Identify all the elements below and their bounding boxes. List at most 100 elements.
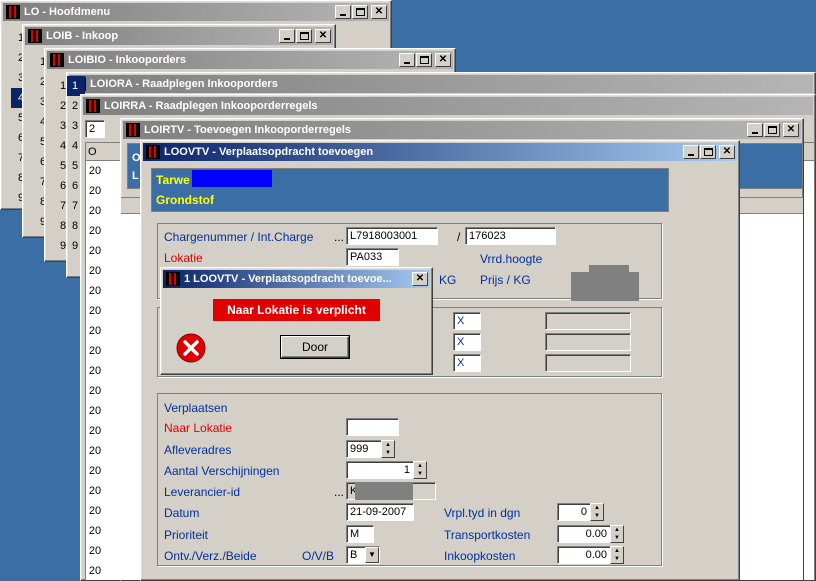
x-check-3[interactable]: X — [453, 354, 481, 372]
spin-up-icon[interactable]: ▲ — [382, 441, 394, 449]
charge-label: Chargenummer / Int.Charge — [164, 230, 314, 244]
minimize-button[interactable] — [279, 29, 295, 43]
row-number[interactable]: 20 — [86, 341, 104, 361]
row-number[interactable]: 20 — [86, 361, 104, 381]
close-button[interactable]: ✕ — [719, 145, 735, 159]
row-number[interactable]: 20 — [86, 221, 104, 241]
minimize-button[interactable] — [399, 53, 415, 67]
row-number[interactable]: 20 — [86, 201, 104, 221]
afleveradres-field[interactable]: 999 — [346, 440, 382, 458]
first-field[interactable]: 2 — [85, 120, 105, 138]
inkoop-spinner[interactable]: ▲ ▼ — [610, 546, 624, 564]
spin-down-icon[interactable]: ▼ — [382, 449, 394, 457]
row-numbers: 20 20 20 20 20 20 20 20 20 20 20 20 20 2… — [86, 161, 104, 580]
titlebar[interactable]: LOIORA - Raadplegen Inkooporders — [69, 75, 813, 93]
spin-down-icon[interactable]: ▼ — [611, 534, 623, 542]
close-button[interactable]: ✕ — [315, 29, 331, 43]
app-icon — [126, 123, 140, 137]
close-button[interactable]: ✕ — [371, 5, 387, 19]
lokatie-field[interactable]: PA033 — [346, 248, 399, 266]
chevron-down-icon: ▼ — [368, 550, 376, 559]
error-icon — [176, 333, 206, 363]
row-number[interactable]: 20 — [86, 301, 104, 321]
afleveradres-spinner[interactable]: ▲ ▼ — [381, 440, 395, 458]
maximize-button[interactable] — [416, 53, 432, 67]
x-check-1[interactable]: X — [453, 312, 481, 330]
prioriteit-label: Prioriteit — [164, 528, 209, 542]
dialog-close-button[interactable]: ✕ — [412, 272, 428, 286]
row-number[interactable]: 20 — [86, 421, 104, 441]
minimize-button[interactable] — [683, 145, 699, 159]
datum-label: Datum — [164, 506, 200, 520]
row-number[interactable]: 20 — [86, 161, 104, 181]
spin-up-icon[interactable]: ▲ — [591, 504, 603, 512]
inkoopkosten-field[interactable]: 0.00 — [557, 546, 611, 564]
datum-field[interactable]: 21-09-2007 — [346, 503, 414, 521]
minimize-button[interactable] — [747, 123, 763, 137]
close-button[interactable]: ✕ — [783, 123, 799, 137]
aantal-verschijningen-field[interactable]: 1 — [346, 461, 414, 479]
maximize-button[interactable] — [352, 5, 368, 19]
product-category: Grondstof — [156, 193, 214, 207]
maximize-button[interactable] — [764, 123, 780, 137]
row-number[interactable]: 20 — [86, 281, 104, 301]
maximize-button[interactable] — [700, 145, 716, 159]
spin-up-icon[interactable]: ▲ — [414, 462, 426, 470]
window-title: LOIBIO - Inkooporders — [68, 54, 186, 66]
spin-up-icon[interactable]: ▲ — [611, 547, 623, 555]
row-number[interactable]: 20 — [86, 521, 104, 541]
minimize-icon — [284, 38, 290, 40]
spin-down-icon[interactable]: ▼ — [591, 512, 603, 520]
row-number[interactable]: 20 — [86, 321, 104, 341]
error-dialog[interactable]: 1 LOOVTV - Verplaatsopdracht toevoe... ✕… — [160, 267, 433, 375]
minimize-button[interactable] — [335, 5, 351, 19]
maximize-icon — [420, 56, 429, 64]
row-number[interactable]: 20 — [86, 501, 104, 521]
aantal-verschijningen-label: Aantal Verschijningen — [164, 464, 280, 478]
int-charge-field[interactable]: 176023 — [465, 227, 556, 245]
row-number[interactable]: 20 — [86, 241, 104, 261]
menu-item-number-selected[interactable]: 1 — [67, 76, 85, 96]
charge-number-field[interactable]: L7918003001 — [346, 227, 438, 245]
x-value-3 — [545, 354, 631, 372]
row-number[interactable]: 20 — [86, 261, 104, 281]
row-number[interactable]: 20 — [86, 541, 104, 561]
row-number[interactable]: 20 — [86, 481, 104, 501]
naar-lokatie-field[interactable] — [346, 418, 399, 436]
titlebar[interactable]: LOIRTV - Toevoegen Inkooporderregels ✕ — [123, 121, 801, 139]
titlebar[interactable]: LOIBIO - Inkooporders ✕ — [47, 51, 453, 69]
row-number[interactable]: 20 — [86, 461, 104, 481]
row-number[interactable]: 20 — [86, 381, 104, 401]
close-button[interactable]: ✕ — [435, 53, 451, 67]
x-check-2[interactable]: X — [453, 333, 481, 351]
vrpl-spinner[interactable]: ▲ ▼ — [590, 503, 604, 521]
lokatie-label: Lokatie — [164, 251, 203, 265]
door-button[interactable]: Door — [281, 336, 349, 358]
titlebar[interactable]: LO - Hoofdmenu ✕ — [3, 3, 389, 21]
aantal-spinner[interactable]: ▲ ▼ — [413, 461, 427, 479]
titlebar[interactable]: LOIRRA - Raadplegen Inkooporderregels — [83, 97, 813, 115]
ontv-verz-beide-label: Ontv./Verz./Beide — [164, 549, 257, 563]
vrpl-tyd-field[interactable]: 0 — [557, 503, 591, 521]
row-number[interactable]: 20 — [86, 441, 104, 461]
titlebar[interactable]: LOOVTV - Verplaatsopdracht toevoegen ✕ — [143, 143, 737, 161]
prioriteit-field[interactable]: M — [346, 525, 374, 543]
ovb-dropdown-button[interactable]: ▼ — [365, 547, 379, 563]
row-number[interactable]: 20 — [86, 401, 104, 421]
prijs-redacted-block — [571, 272, 639, 301]
maximize-button[interactable] — [296, 29, 312, 43]
product-header: Tarwe Grondstof — [151, 168, 669, 212]
row-number[interactable]: 20 — [86, 181, 104, 201]
dialog-titlebar[interactable]: 1 LOOVTV - Verplaatsopdracht toevoe... ✕ — [163, 270, 430, 288]
titlebar[interactable]: LOIB - Inkoop ✕ — [25, 27, 333, 45]
leverancier-redacted-block — [355, 482, 413, 500]
row-number[interactable]: 20 — [86, 561, 104, 580]
spin-down-icon[interactable]: ▼ — [611, 555, 623, 563]
transport-spinner[interactable]: ▲ ▼ — [610, 525, 624, 543]
spin-up-icon[interactable]: ▲ — [611, 526, 623, 534]
spin-down-icon[interactable]: ▼ — [414, 470, 426, 478]
transportkosten-field[interactable]: 0.00 — [557, 525, 611, 543]
maximize-icon — [356, 8, 365, 16]
minimize-icon — [404, 62, 410, 64]
maximize-icon — [300, 32, 309, 40]
